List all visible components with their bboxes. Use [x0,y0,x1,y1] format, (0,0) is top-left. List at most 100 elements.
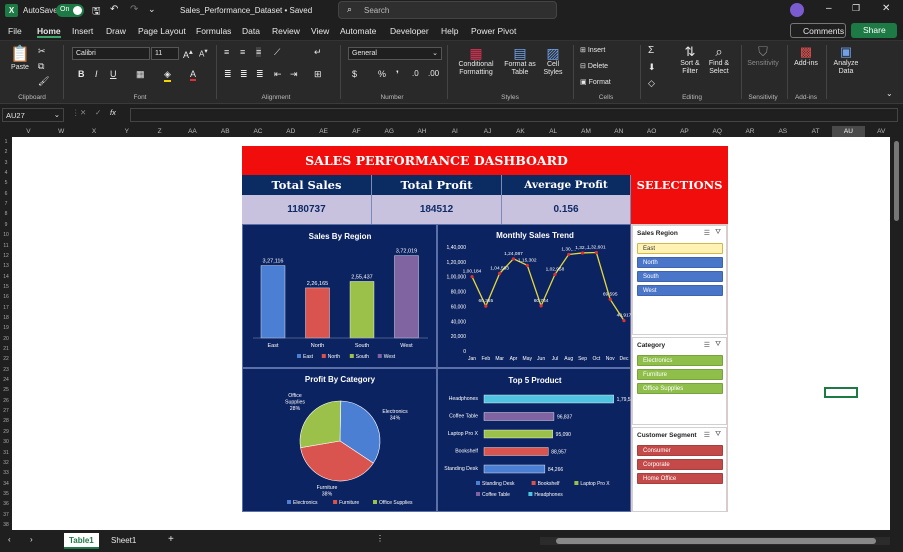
clear-icon[interactable]: ◇ [648,78,655,89]
row-header[interactable]: 25 [0,385,12,395]
close-icon[interactable]: ✕ [882,3,890,14]
menu-view[interactable]: View [311,26,329,36]
column-header[interactable]: Z [143,126,176,137]
comments-button[interactable]: Comments [790,23,846,38]
menu-automate[interactable]: Automate [340,26,376,36]
fill-icon[interactable]: ⬇ [648,62,656,73]
scroll-thumb[interactable] [894,141,899,221]
slicer-item[interactable]: Home Office [637,473,723,484]
menu-home[interactable]: Home [37,26,61,38]
bold-icon[interactable]: B [78,69,85,79]
row-header[interactable]: 32 [0,458,12,468]
format-painter-icon[interactable]: 🖌 [38,76,49,87]
account-avatar[interactable] [790,3,804,17]
column-header[interactable]: AU [832,126,865,137]
merge-center-icon[interactable]: ⊞ [314,69,322,80]
increase-decimal-icon[interactable]: .0 [412,69,419,78]
minimize-icon[interactable]: – [826,3,832,14]
column-header[interactable]: AD [274,126,307,137]
column-header[interactable]: AM [570,126,603,137]
row-header[interactable]: 11 [0,241,12,251]
row-header[interactable]: 18 [0,313,12,323]
row-header[interactable]: 20 [0,334,12,344]
monthly-sales-trend-chart[interactable]: Monthly Sales Trend 0 20,000 40,000 60,000 80… [437,224,632,368]
row-header[interactable]: 34 [0,479,12,489]
column-header[interactable]: AR [734,126,767,137]
customize-toolbar-icon[interactable]: ⌄ [148,4,156,15]
share-button[interactable]: Share [851,23,897,38]
align-left-icon[interactable]: ≣ [224,69,232,80]
h-scroll-thumb[interactable] [556,538,876,544]
insert-function-icon[interactable]: fx [110,108,116,117]
column-header[interactable]: AN [602,126,635,137]
row-header[interactable]: 5 [0,178,12,188]
insert-cells-button[interactable]: ⊞ Insert [580,46,605,54]
menu-help[interactable]: Help [441,26,458,36]
increase-indent-icon[interactable]: ⇥ [290,69,298,80]
row-header[interactable]: 4 [0,168,12,178]
clear-filter-icon[interactable]: ⛛ [715,341,721,349]
row-header[interactable]: 24 [0,375,12,385]
row-header[interactable]: 6 [0,189,12,199]
column-header[interactable]: AS [766,126,799,137]
row-header[interactable]: 9 [0,220,12,230]
row-header[interactable]: 10 [0,230,12,240]
row-header[interactable]: 23 [0,365,12,375]
comma-style-icon[interactable]: ❜ [396,69,399,80]
vertical-scrollbar[interactable] [890,137,903,530]
sheet-options-icon[interactable]: ⋮ [376,534,384,543]
cancel-icon[interactable]: ✕ [80,108,86,117]
slicer-item[interactable]: Corporate [637,459,723,470]
menu-review[interactable]: Review [272,26,300,36]
row-header[interactable]: 19 [0,323,12,333]
column-header[interactable]: V [12,126,45,137]
percent-icon[interactable]: % [378,69,386,79]
font-size-select[interactable]: 11 [151,47,179,60]
column-header[interactable]: AJ [471,126,504,137]
align-bottom-icon[interactable]: ≡ [256,47,262,57]
row-header[interactable]: 3 [0,158,12,168]
redo-icon[interactable]: ↷ [130,4,138,15]
top-5-product-chart[interactable]: Top 5 Product Headphones 1,79,526 Coffee Ta… [437,368,636,512]
column-header[interactable]: Y [110,126,143,137]
row-header[interactable]: 37 [0,510,12,520]
column-header[interactable]: AK [504,126,537,137]
decrease-indent-icon[interactable]: ⇤ [274,69,282,80]
accounting-format-icon[interactable]: $ [352,69,357,79]
row-header[interactable]: 21 [0,344,12,354]
clear-filter-icon[interactable]: ⛛ [715,229,721,237]
slicer-item[interactable]: South [637,271,723,282]
row-header[interactable]: 27 [0,406,12,416]
menu-page-layout[interactable]: Page Layout [138,26,186,36]
cut-icon[interactable]: ✂ [38,46,46,57]
autosum-icon[interactable]: Σ [648,45,654,56]
sheet-tab-sheet1[interactable]: Sheet1 [106,533,141,549]
column-header[interactable]: AV [865,126,898,137]
italic-icon[interactable]: I [95,69,98,79]
column-header[interactable]: AE [307,126,340,137]
row-header[interactable]: 15 [0,282,12,292]
align-right-icon[interactable]: ≣ [256,69,264,80]
row-header[interactable]: 38 [0,520,12,530]
row-header[interactable]: 7 [0,199,12,209]
selected-cell[interactable] [824,387,858,398]
row-header[interactable]: 30 [0,437,12,447]
delete-cells-button[interactable]: ⊟ Delete [580,62,608,70]
column-header[interactable]: AA [176,126,209,137]
number-format-select[interactable]: General ⌄ [348,47,442,60]
slicer-item[interactable]: North [637,257,723,268]
add-sheet-icon[interactable]: + [168,534,174,545]
multi-select-icon[interactable]: ☰ [704,341,710,349]
menu-formulas[interactable]: Formulas [196,26,231,36]
slicer-item[interactable]: Furniture [637,369,723,380]
orientation-icon[interactable]: ⟋ [274,47,280,58]
row-header[interactable]: 26 [0,396,12,406]
enter-icon[interactable]: ✓ [95,108,101,117]
name-box[interactable]: AU27 ⌄ [2,108,64,122]
row-header[interactable]: 13 [0,261,12,271]
row-header[interactable]: 1 [0,137,12,147]
restore-icon[interactable]: ❐ [852,3,860,14]
column-header[interactable]: AB [209,126,242,137]
worksheet-grid[interactable]: SALES PERFORMANCE DASHBOARD SELECTIONS T… [12,137,890,530]
clear-filter-icon[interactable]: ⛛ [715,431,721,439]
